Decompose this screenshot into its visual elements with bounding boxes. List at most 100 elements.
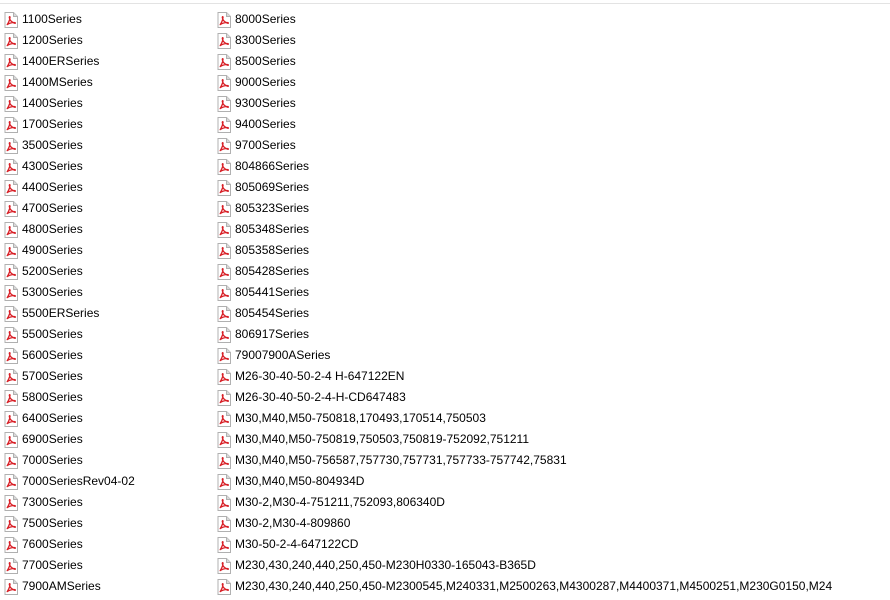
file-item[interactable]: M30,M40,M50-750819,750503,750819-752092,… (217, 429, 890, 450)
file-name: 9700Series (235, 138, 296, 152)
pdf-file-icon (4, 347, 18, 364)
file-item[interactable]: 1700Series (4, 114, 204, 135)
file-item[interactable]: 805358Series (217, 240, 890, 261)
file-item[interactable]: 804866Series (217, 156, 890, 177)
file-item[interactable]: 8000Series (217, 9, 890, 30)
file-name: M30-2,M30-4-809860 (235, 516, 351, 530)
file-item[interactable]: 6400Series (4, 408, 204, 429)
pdf-file-icon (4, 32, 18, 49)
file-name: M30-2,M30-4-751211,752093,806340D (235, 495, 445, 509)
file-item[interactable]: 3500Series (4, 135, 204, 156)
pdf-file-icon (217, 11, 231, 28)
pdf-file-icon (217, 242, 231, 259)
file-item[interactable]: 8300Series (217, 30, 890, 51)
file-item[interactable]: 8500Series (217, 51, 890, 72)
pdf-file-icon (217, 410, 231, 427)
file-item[interactable]: 79007900ASeries (217, 345, 890, 366)
file-item[interactable]: 805428Series (217, 261, 890, 282)
file-item[interactable]: 4300Series (4, 156, 204, 177)
pdf-file-icon (217, 431, 231, 448)
file-item[interactable]: M30,M40,M50-804934D (217, 471, 890, 492)
file-item[interactable]: 5500ERSeries (4, 303, 204, 324)
file-item[interactable]: 5500Series (4, 324, 204, 345)
file-item[interactable]: 5700Series (4, 366, 204, 387)
file-item[interactable]: M30,M40,M50-756587,757730,757731,757733-… (217, 450, 890, 471)
pdf-file-icon (4, 431, 18, 448)
file-name: 6400Series (22, 411, 83, 425)
pdf-file-icon (217, 95, 231, 112)
file-name: 5500ERSeries (22, 306, 100, 320)
pdf-file-icon (4, 494, 18, 511)
file-name: 1100Series (22, 12, 82, 26)
pdf-file-icon (217, 116, 231, 133)
file-name: 4300Series (22, 159, 83, 173)
file-name: M30,M40,M50-804934D (235, 474, 365, 488)
file-name: 9400Series (235, 117, 296, 131)
file-item[interactable]: 5600Series (4, 345, 204, 366)
file-item[interactable]: 4900Series (4, 240, 204, 261)
file-item[interactable]: 4800Series (4, 219, 204, 240)
file-item[interactable]: 806917Series (217, 324, 890, 345)
pdf-file-icon (217, 368, 231, 385)
file-item[interactable]: M230,430,240,440,250,450-M2300545,M24033… (217, 576, 890, 597)
file-name: 7900AMSeries (22, 579, 101, 593)
file-item[interactable]: 7900AMSeries (4, 576, 204, 597)
file-item[interactable]: 1100Series (4, 9, 204, 30)
file-name: 7300Series (22, 495, 83, 509)
file-name: 3500Series (22, 138, 83, 152)
file-item[interactable]: M30-50-2-4-647122CD (217, 534, 890, 555)
file-item[interactable]: 6900Series (4, 429, 204, 450)
file-item[interactable]: 9400Series (217, 114, 890, 135)
file-name: M230,430,240,440,250,450-M2300545,M24033… (235, 579, 833, 593)
file-item[interactable]: 9300Series (217, 93, 890, 114)
pdf-file-icon (4, 368, 18, 385)
file-name: 9000Series (235, 75, 296, 89)
file-item[interactable]: 5200Series (4, 261, 204, 282)
file-item[interactable]: 7600Series (4, 534, 204, 555)
file-item[interactable]: 805441Series (217, 282, 890, 303)
file-item[interactable]: 9700Series (217, 135, 890, 156)
file-item[interactable]: 7000SeriesRev04-02 (4, 471, 204, 492)
file-name: 7600Series (22, 537, 83, 551)
file-item[interactable]: 7300Series (4, 492, 204, 513)
file-item[interactable]: M30-2,M30-4-809860 (217, 513, 890, 534)
file-item[interactable]: 5800Series (4, 387, 204, 408)
file-item[interactable]: 4400Series (4, 177, 204, 198)
pdf-file-icon (4, 305, 18, 322)
file-item[interactable]: 805323Series (217, 198, 890, 219)
pdf-file-icon (4, 74, 18, 91)
pdf-file-icon (217, 326, 231, 343)
file-item[interactable]: 7700Series (4, 555, 204, 576)
file-item[interactable]: M30-2,M30-4-751211,752093,806340D (217, 492, 890, 513)
file-name: 4800Series (22, 222, 83, 236)
file-name: 79007900ASeries (235, 348, 331, 362)
pdf-file-icon (217, 53, 231, 70)
pdf-file-icon (4, 179, 18, 196)
pdf-file-icon (4, 410, 18, 427)
file-item[interactable]: 1400MSeries (4, 72, 204, 93)
file-item[interactable]: M30,M40,M50-750818,170493,170514,750503 (217, 408, 890, 429)
file-name: 8300Series (235, 33, 296, 47)
file-item[interactable]: 805348Series (217, 219, 890, 240)
pdf-file-icon (4, 200, 18, 217)
file-item[interactable]: 1200Series (4, 30, 204, 51)
pdf-file-icon (217, 578, 231, 595)
file-item[interactable]: M26-30-40-50-2-4-H-CD647483 (217, 387, 890, 408)
file-item[interactable]: M26-30-40-50-2-4 H-647122EN (217, 366, 890, 387)
pdf-file-icon (217, 557, 231, 574)
file-item[interactable]: 7500Series (4, 513, 204, 534)
file-item[interactable]: 9000Series (217, 72, 890, 93)
file-item[interactable]: 4700Series (4, 198, 204, 219)
file-item[interactable]: 805069Series (217, 177, 890, 198)
file-item[interactable]: M230,430,240,440,250,450-M230H0330-16504… (217, 555, 890, 576)
file-item[interactable]: 7000Series (4, 450, 204, 471)
file-item[interactable]: 5300Series (4, 282, 204, 303)
file-item[interactable]: 1400Series (4, 93, 204, 114)
file-name: 5600Series (22, 348, 83, 362)
file-name: 1400ERSeries (22, 54, 100, 68)
file-name: 7700Series (22, 558, 83, 572)
file-name: 4700Series (22, 201, 83, 215)
file-name: 805441Series (235, 285, 310, 299)
file-item[interactable]: 1400ERSeries (4, 51, 204, 72)
file-item[interactable]: 805454Series (217, 303, 890, 324)
